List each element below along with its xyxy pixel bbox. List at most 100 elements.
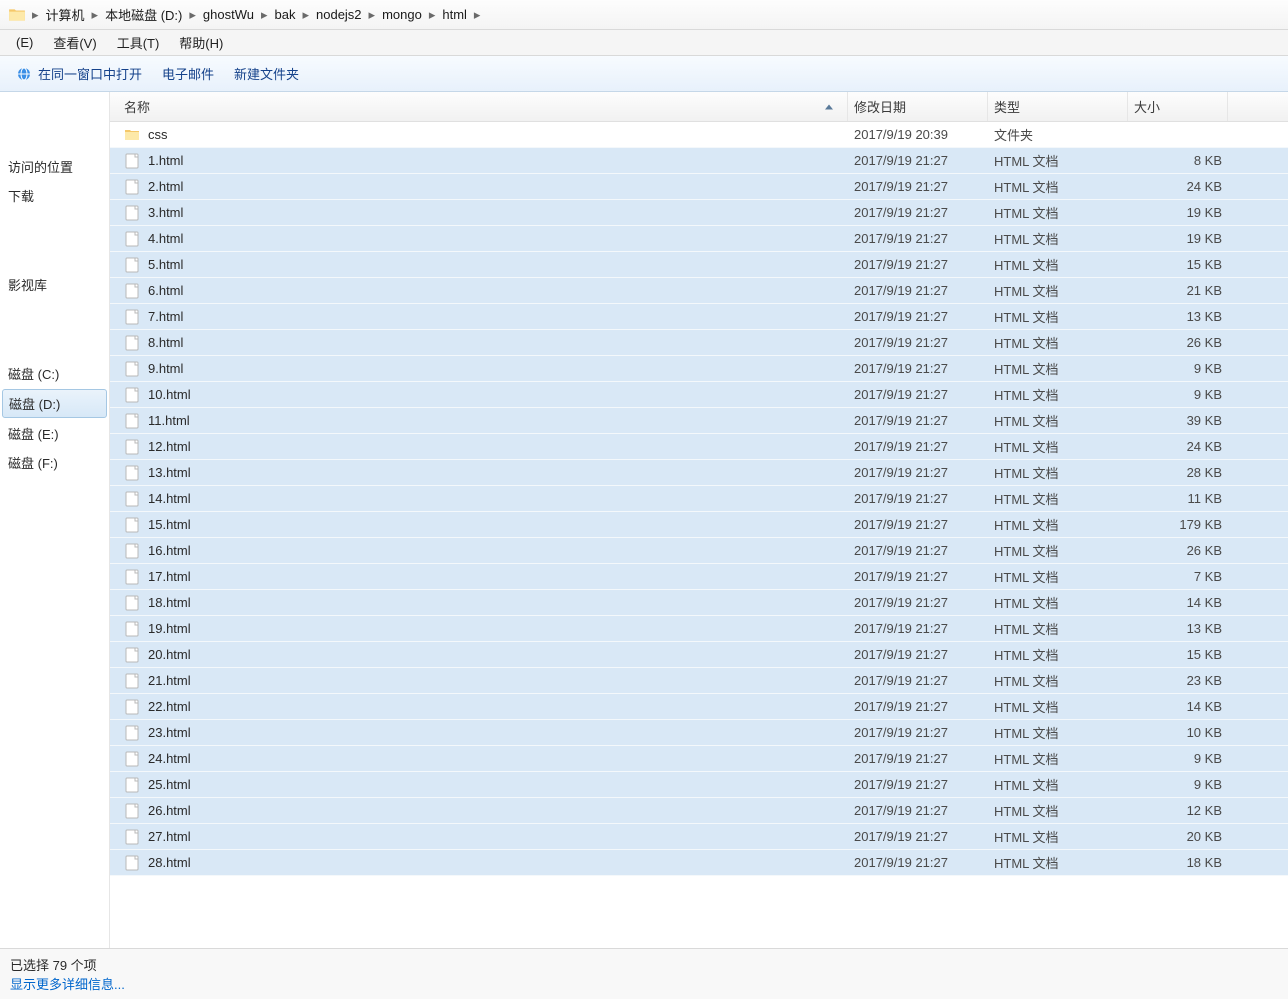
table-row[interactable]: 25.html2017/9/19 21:27HTML 文档9 KB: [110, 772, 1288, 798]
file-size: 179 KB: [1128, 517, 1228, 532]
table-row[interactable]: 28.html2017/9/19 21:27HTML 文档18 KB: [110, 850, 1288, 876]
file-name: 23.html: [148, 725, 191, 740]
breadcrumb-item[interactable]: mongo: [377, 0, 427, 29]
table-row[interactable]: 5.html2017/9/19 21:27HTML 文档15 KB: [110, 252, 1288, 278]
menu-item[interactable]: 工具(T): [107, 31, 170, 54]
table-row[interactable]: css2017/9/19 20:39文件夹: [110, 122, 1288, 148]
file-name: 21.html: [148, 673, 191, 688]
table-row[interactable]: 24.html2017/9/19 21:27HTML 文档9 KB: [110, 746, 1288, 772]
table-row[interactable]: 26.html2017/9/19 21:27HTML 文档12 KB: [110, 798, 1288, 824]
chevron-right-icon[interactable]: ▸: [300, 7, 311, 23]
table-row[interactable]: 17.html2017/9/19 21:27HTML 文档7 KB: [110, 564, 1288, 590]
file-size: 18 KB: [1128, 855, 1228, 870]
table-row[interactable]: 13.html2017/9/19 21:27HTML 文档28 KB: [110, 460, 1288, 486]
file-list[interactable]: css2017/9/19 20:39文件夹1.html2017/9/19 21:…: [110, 122, 1288, 948]
sidebar-item[interactable]: 下载: [0, 181, 109, 210]
table-row[interactable]: 1.html2017/9/19 21:27HTML 文档8 KB: [110, 148, 1288, 174]
column-header-date[interactable]: 修改日期: [848, 92, 988, 121]
status-selection-count: 已选择 79 个项: [10, 955, 1278, 974]
file-date: 2017/9/19 21:27: [848, 413, 988, 428]
file-date: 2017/9/19 21:27: [848, 725, 988, 740]
file-date: 2017/9/19 21:27: [848, 751, 988, 766]
table-row[interactable]: 18.html2017/9/19 21:27HTML 文档14 KB: [110, 590, 1288, 616]
chevron-right-icon[interactable]: ▸: [472, 7, 483, 23]
table-row[interactable]: 2.html2017/9/19 21:27HTML 文档24 KB: [110, 174, 1288, 200]
file-type: HTML 文档: [988, 151, 1128, 170]
chevron-right-icon[interactable]: ▸: [90, 7, 101, 23]
sidebar-item[interactable]: 磁盘 (D:): [2, 389, 107, 418]
file-date: 2017/9/19 21:27: [848, 335, 988, 350]
breadcrumb-item[interactable]: 本地磁盘 (D:): [100, 0, 187, 29]
chevron-right-icon[interactable]: ▸: [427, 7, 438, 23]
chevron-right-icon[interactable]: ▸: [259, 7, 270, 23]
sidebar-item[interactable]: 磁盘 (E:): [0, 419, 109, 448]
sidebar-item[interactable]: [0, 142, 109, 152]
breadcrumb-item[interactable]: 计算机: [41, 0, 90, 29]
file-name: 28.html: [148, 855, 191, 870]
email-button[interactable]: 电子邮件: [152, 60, 224, 87]
chevron-right-icon[interactable]: ▸: [30, 7, 41, 23]
menu-item[interactable]: (E): [6, 33, 43, 52]
table-row[interactable]: 16.html2017/9/19 21:27HTML 文档26 KB: [110, 538, 1288, 564]
html-file-icon: [124, 855, 140, 871]
html-file-icon: [124, 361, 140, 377]
table-row[interactable]: 14.html2017/9/19 21:27HTML 文档11 KB: [110, 486, 1288, 512]
file-type: HTML 文档: [988, 697, 1128, 716]
file-type: HTML 文档: [988, 515, 1128, 534]
file-type: HTML 文档: [988, 437, 1128, 456]
new-folder-button[interactable]: 新建文件夹: [224, 60, 309, 87]
file-date: 2017/9/19 21:27: [848, 621, 988, 636]
open-same-window-button[interactable]: 在同一窗口中打开: [6, 60, 152, 87]
column-header-size[interactable]: 大小: [1128, 92, 1228, 121]
html-file-icon: [124, 621, 140, 637]
table-row[interactable]: 27.html2017/9/19 21:27HTML 文档20 KB: [110, 824, 1288, 850]
table-row[interactable]: 11.html2017/9/19 21:27HTML 文档39 KB: [110, 408, 1288, 434]
file-name: 25.html: [148, 777, 191, 792]
html-file-icon: [124, 777, 140, 793]
table-row[interactable]: 22.html2017/9/19 21:27HTML 文档14 KB: [110, 694, 1288, 720]
menu-item[interactable]: 帮助(H): [169, 31, 233, 54]
menu-item[interactable]: 查看(V): [43, 31, 106, 54]
status-more-details-link[interactable]: 显示更多详细信息...: [10, 974, 1278, 993]
table-row[interactable]: 7.html2017/9/19 21:27HTML 文档13 KB: [110, 304, 1288, 330]
breadcrumb[interactable]: ▸计算机▸本地磁盘 (D:)▸ghostWu▸bak▸nodejs2▸mongo…: [30, 0, 482, 29]
file-date: 2017/9/19 21:27: [848, 257, 988, 272]
file-size: 26 KB: [1128, 543, 1228, 558]
breadcrumb-item[interactable]: bak: [270, 0, 301, 29]
sidebar-item[interactable]: 影视库: [0, 270, 109, 299]
table-row[interactable]: 3.html2017/9/19 21:27HTML 文档19 KB: [110, 200, 1288, 226]
sidebar-item[interactable]: 磁盘 (F:): [0, 448, 109, 477]
table-row[interactable]: 9.html2017/9/19 21:27HTML 文档9 KB: [110, 356, 1288, 382]
table-row[interactable]: 8.html2017/9/19 21:27HTML 文档26 KB: [110, 330, 1288, 356]
menubar: (E)查看(V)工具(T)帮助(H): [0, 30, 1288, 56]
breadcrumb-item[interactable]: ghostWu: [198, 0, 259, 29]
file-name: 1.html: [148, 153, 183, 168]
table-row[interactable]: 19.html2017/9/19 21:27HTML 文档13 KB: [110, 616, 1288, 642]
sidebar-item[interactable]: 访问的位置: [0, 152, 109, 181]
table-row[interactable]: 12.html2017/9/19 21:27HTML 文档24 KB: [110, 434, 1288, 460]
content-pane: 名称 修改日期 类型 大小 css2017/9/19 20:39文件夹1.htm…: [110, 92, 1288, 948]
file-type: HTML 文档: [988, 385, 1128, 404]
breadcrumb-item[interactable]: nodejs2: [311, 0, 367, 29]
file-type: HTML 文档: [988, 749, 1128, 768]
table-row[interactable]: 21.html2017/9/19 21:27HTML 文档23 KB: [110, 668, 1288, 694]
breadcrumb-item[interactable]: html: [437, 0, 472, 29]
file-name: 24.html: [148, 751, 191, 766]
sidebar-item[interactable]: 磁盘 (C:): [0, 359, 109, 388]
folder-icon: [124, 127, 140, 143]
file-size: 24 KB: [1128, 179, 1228, 194]
table-row[interactable]: 20.html2017/9/19 21:27HTML 文档15 KB: [110, 642, 1288, 668]
table-row[interactable]: 23.html2017/9/19 21:27HTML 文档10 KB: [110, 720, 1288, 746]
table-row[interactable]: 15.html2017/9/19 21:27HTML 文档179 KB: [110, 512, 1288, 538]
file-type: HTML 文档: [988, 203, 1128, 222]
html-file-icon: [124, 465, 140, 481]
chevron-right-icon[interactable]: ▸: [187, 7, 198, 23]
chevron-right-icon[interactable]: ▸: [367, 7, 378, 23]
table-row[interactable]: 6.html2017/9/19 21:27HTML 文档21 KB: [110, 278, 1288, 304]
column-header-type[interactable]: 类型: [988, 92, 1128, 121]
toolbar: 在同一窗口中打开 电子邮件 新建文件夹: [0, 56, 1288, 92]
table-row[interactable]: 10.html2017/9/19 21:27HTML 文档9 KB: [110, 382, 1288, 408]
file-type: HTML 文档: [988, 411, 1128, 430]
table-row[interactable]: 4.html2017/9/19 21:27HTML 文档19 KB: [110, 226, 1288, 252]
column-header-name[interactable]: 名称: [118, 92, 848, 121]
